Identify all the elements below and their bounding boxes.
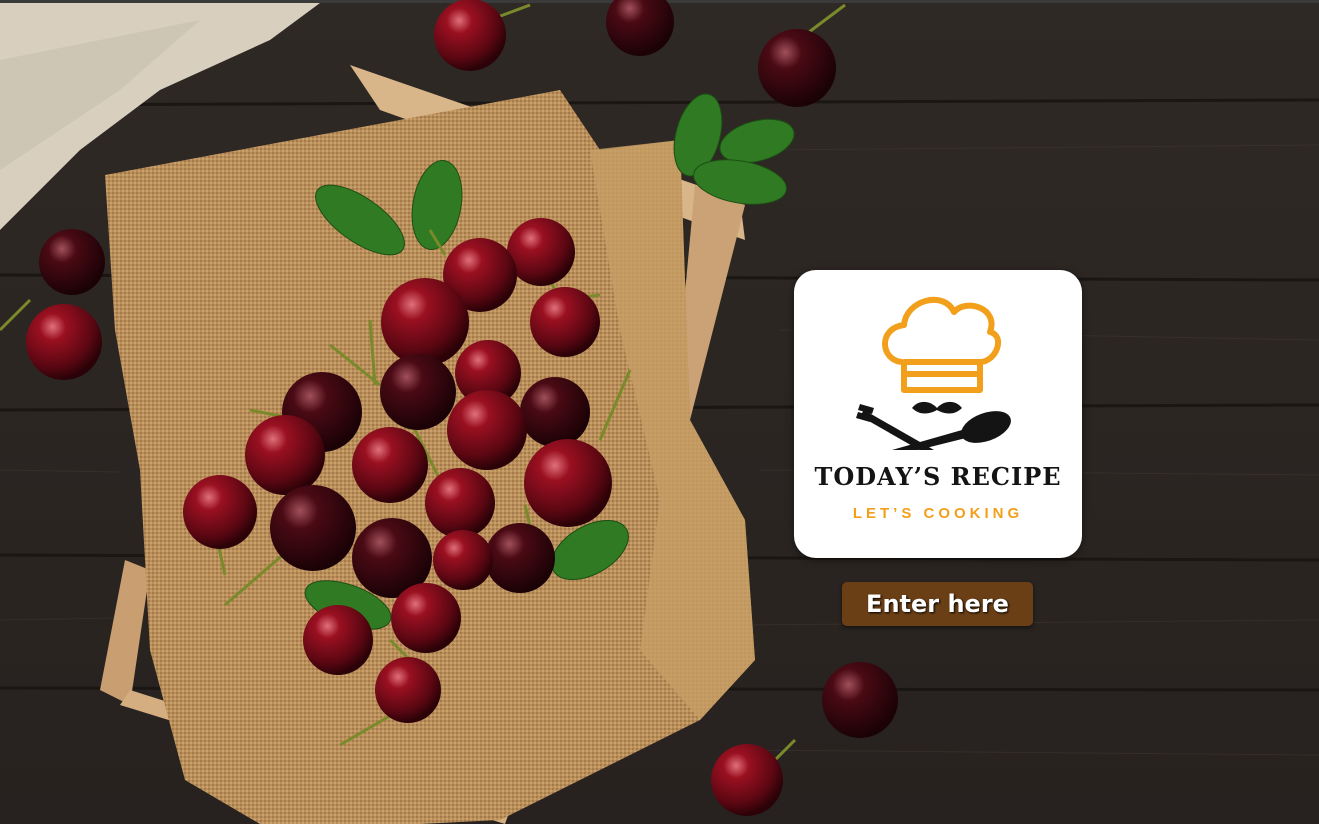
logo-subtitle: LET’S COOKING [852, 505, 1024, 522]
cherries-background-image [0, 0, 1319, 824]
mustache-icon [912, 401, 962, 414]
enter-button[interactable]: Enter here [842, 582, 1033, 626]
logo-title: TODAY’S RECIPE [814, 462, 1062, 491]
chef-hat-icon [856, 296, 1011, 450]
